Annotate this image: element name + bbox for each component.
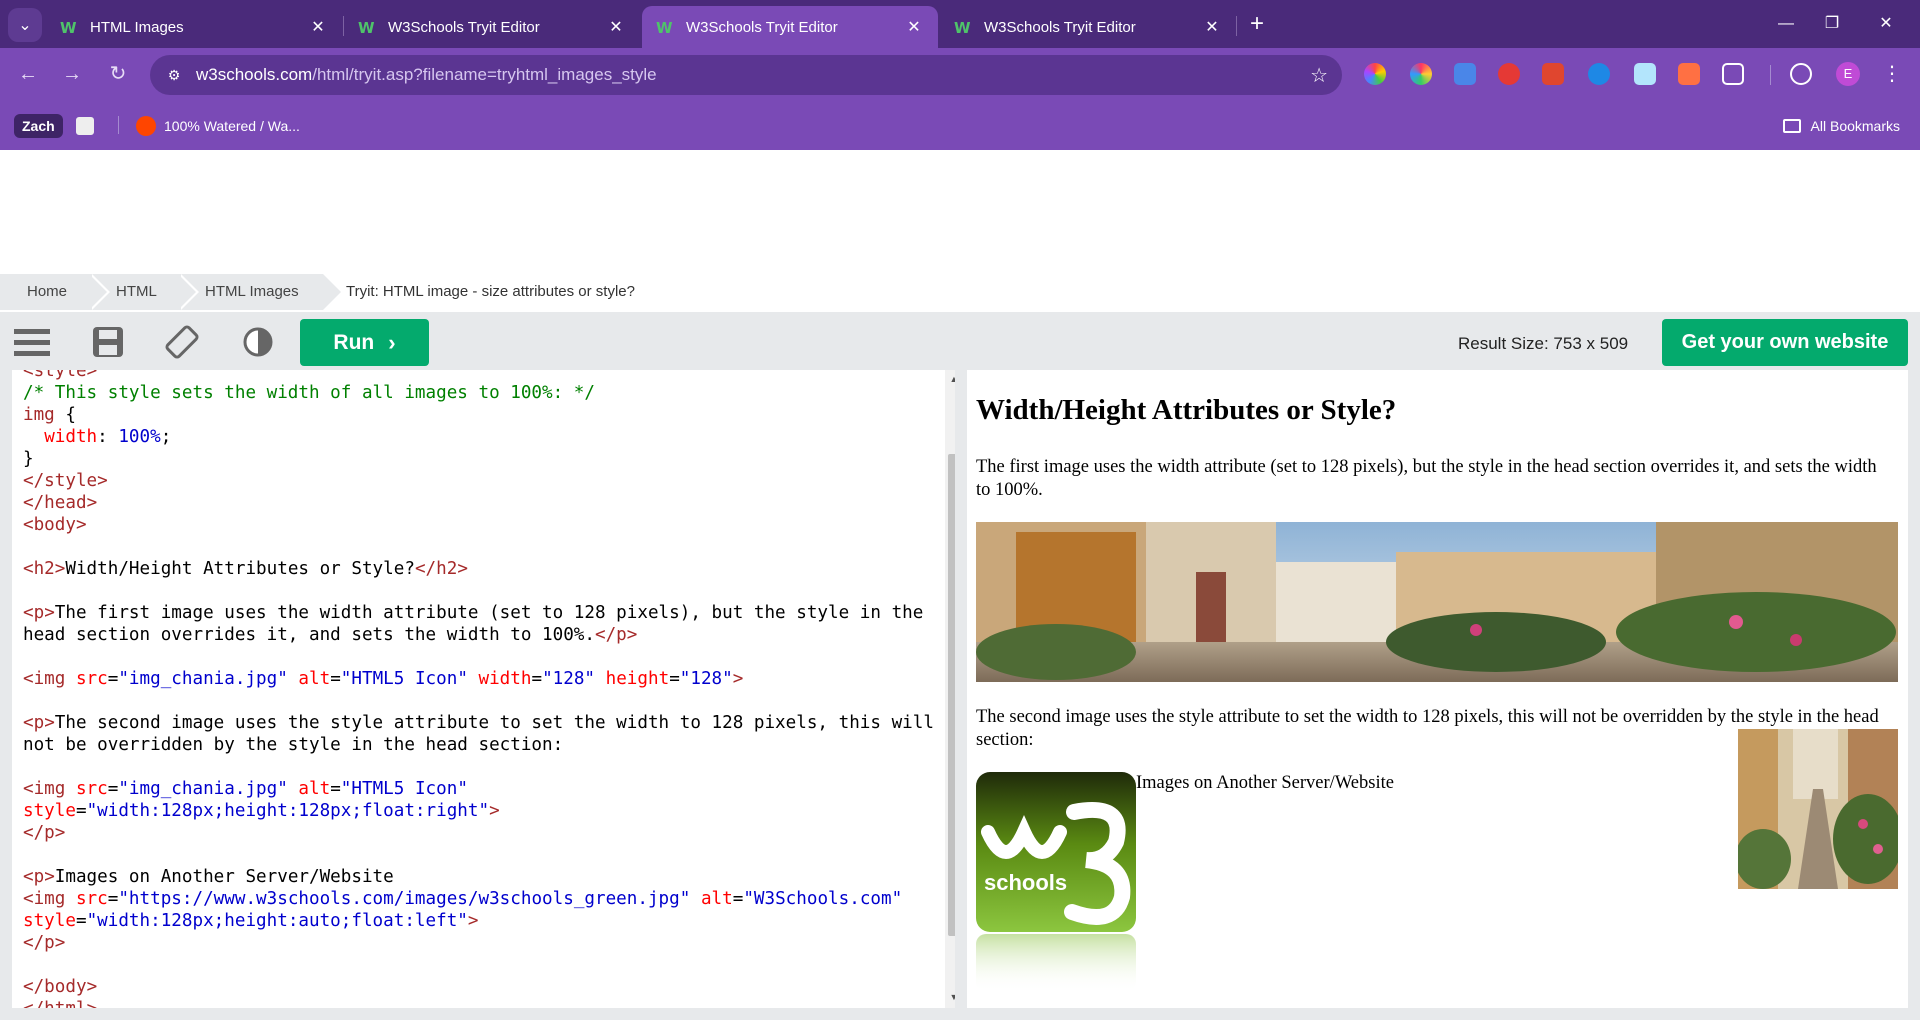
minimize-button[interactable]: — (1766, 10, 1806, 38)
bookmark-square-icon[interactable] (76, 117, 94, 135)
result-paragraph-3: Images on Another Server/Website (1136, 773, 1394, 793)
extension-shazam-icon[interactable] (1588, 63, 1610, 85)
tab-title: HTML Images (90, 18, 184, 36)
tab-tryit-editor-3[interactable]: W W3Schools Tryit Editor ✕ (940, 6, 1236, 48)
editor-toolbar: Run › Result Size: 753 x 509 Get your ow… (0, 312, 1920, 370)
extension-pen-icon[interactable] (1634, 63, 1656, 85)
close-icon[interactable]: ✕ (308, 17, 328, 37)
chania-image-floated-right (1738, 729, 1898, 889)
all-bookmarks-button[interactable]: All Bookmarks (1782, 114, 1900, 138)
bookmarks-bar: Zach 100% Watered / Wa... All Bookmarks (0, 100, 1920, 150)
window-close-button[interactable]: ✕ (1866, 10, 1906, 38)
back-button[interactable]: ← (14, 60, 42, 88)
scrollbar-thumb[interactable] (948, 454, 955, 936)
tab-tryit-editor-1[interactable]: W W3Schools Tryit Editor ✕ (344, 6, 640, 48)
browser-toolbar: ← → ↻ ⚙ w3schools.com/html/tryit.asp?fil… (0, 48, 1920, 100)
ad-space (0, 150, 1920, 274)
save-icon[interactable] (88, 322, 128, 362)
extension-book-icon[interactable] (1542, 63, 1564, 85)
extension-fox-icon[interactable] (1678, 63, 1700, 85)
restore-button[interactable]: ❐ (1812, 10, 1852, 38)
w3schools-logo-image: schools (976, 772, 1136, 992)
close-icon[interactable]: ✕ (1202, 17, 1222, 37)
chevron-down-icon: ⌄ (18, 17, 32, 34)
tab-search-button[interactable]: ⌄ (8, 8, 42, 42)
close-icon[interactable]: ✕ (904, 17, 924, 37)
url-text: w3schools.com/html/tryit.asp?filename=tr… (196, 65, 657, 84)
extension-palette-icon[interactable] (1410, 63, 1432, 85)
reload-button[interactable]: ↻ (104, 60, 132, 88)
result-frame[interactable]: Width/Height Attributes or Style? The fi… (967, 370, 1908, 1008)
tab-tryit-editor-active[interactable]: W W3Schools Tryit Editor ✕ (642, 6, 938, 48)
tab-title: W3Schools Tryit Editor (388, 18, 540, 36)
new-tab-button[interactable]: + (1242, 10, 1272, 40)
menu-icon[interactable] (12, 322, 52, 362)
w3schools-favicon-icon: W (656, 19, 673, 37)
forward-button[interactable]: → (58, 60, 86, 88)
chevron-right-icon: › (388, 329, 396, 355)
extension-color-picker-icon[interactable] (1364, 63, 1386, 85)
w3schools-favicon-icon: W (954, 19, 971, 37)
tab-divider (1236, 16, 1237, 36)
w3schools-favicon-icon: W (358, 19, 375, 37)
tab-title: W3Schools Tryit Editor (984, 18, 1136, 36)
browser-tab-strip: ⌄ W HTML Images ✕ W W3Schools Tryit Edit… (0, 0, 1920, 48)
result-heading: Width/Height Attributes or Style? (976, 394, 1397, 426)
close-icon[interactable]: ✕ (606, 17, 626, 37)
dark-mode-icon[interactable] (238, 322, 278, 362)
tab-html-images[interactable]: W HTML Images ✕ (46, 6, 342, 48)
breadcrumb-home[interactable]: Home (0, 274, 110, 310)
address-bar[interactable]: ⚙ w3schools.com/html/tryit.asp?filename=… (150, 55, 1342, 95)
more-menu-icon[interactable]: ⋮ (1882, 60, 1902, 88)
bookmark-label: 100% Watered / Wa... (164, 118, 300, 134)
extensions-puzzle-icon[interactable] (1722, 63, 1744, 85)
workspace: <style> /* This style sets the width of … (0, 370, 1920, 1020)
breadcrumb-current: Tryit: HTML image - size attributes or s… (346, 283, 635, 300)
toolbar-divider (1770, 65, 1771, 85)
folder-icon (1782, 119, 1801, 133)
reddit-icon (136, 116, 156, 136)
scroll-up-icon[interactable]: ▲ (949, 374, 955, 384)
rotate-orientation-icon[interactable] (162, 322, 202, 362)
code-editor[interactable]: <style> /* This style sets the width of … (12, 370, 955, 1008)
bookmark-label: All Bookmarks (1810, 118, 1900, 134)
profile-chip[interactable]: Zach (14, 114, 63, 138)
code-scrollbar[interactable]: ▲ ▼ (945, 370, 955, 1008)
extension-adblock-icon[interactable] (1498, 63, 1520, 85)
profile-avatar[interactable]: E (1836, 62, 1860, 86)
breadcrumb: Home HTML HTML Images Tryit: HTML image … (0, 274, 1920, 310)
chania-image-stretched (976, 522, 1898, 682)
bookmark-divider (118, 116, 119, 134)
bookmark-reddit[interactable]: 100% Watered / Wa... (136, 114, 300, 138)
extension-translate-icon[interactable] (1454, 63, 1476, 85)
site-info-icon[interactable]: ⚙ (164, 65, 184, 85)
result-paragraph-1: The first image uses the width attribute… (976, 457, 1877, 500)
bookmark-star-icon[interactable]: ☆ (1310, 63, 1328, 88)
code-content[interactable]: <style> /* This style sets the width of … (23, 370, 934, 1008)
w3-logo-text: schools (984, 870, 1067, 895)
run-label: Run (333, 330, 375, 354)
get-your-own-website-button[interactable]: Get your own website (1662, 319, 1908, 366)
scroll-down-icon[interactable]: ▼ (949, 992, 955, 1002)
breadcrumb-html-images[interactable]: HTML Images (178, 274, 344, 310)
run-button[interactable]: Run › (300, 319, 429, 366)
performance-icon[interactable] (1790, 63, 1812, 85)
w3schools-favicon-icon: W (60, 19, 77, 37)
result-size: Result Size: 753 x 509 (1458, 334, 1629, 353)
tab-title: W3Schools Tryit Editor (686, 18, 838, 36)
